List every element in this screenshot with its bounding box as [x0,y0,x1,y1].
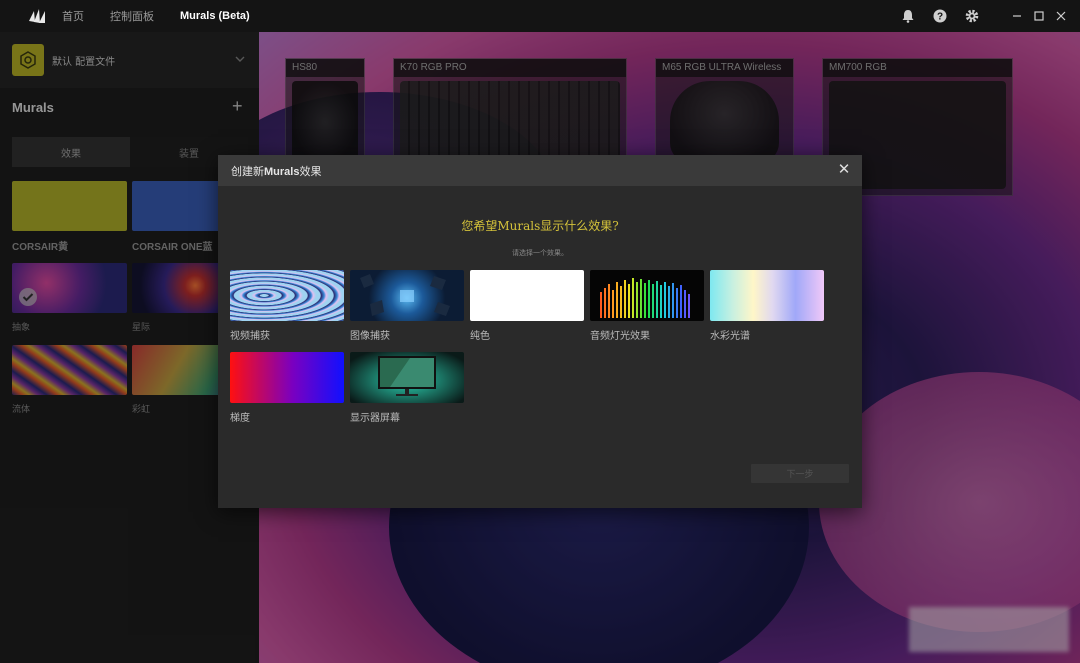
effect-label: 纯色 [470,331,490,342]
next-button[interactable]: 下一步 [751,464,849,483]
effect-solid-color[interactable]: 纯色 [470,270,584,342]
bell-icon[interactable] [892,0,924,32]
dialog-title: 创建新Murals效果 [231,164,322,178]
effect-thumbnail [590,270,704,321]
effect-monitor-screen[interactable]: 显示器屏幕 [350,352,464,424]
effect-thumbnail [230,352,344,403]
effect-image-capture[interactable]: 图像捕获 [350,270,464,342]
dialog-subtitle: 请选择一个效果。 [512,249,568,257]
dialog-question: 您希望Murals显示什么效果? [461,219,619,233]
corsair-sails-icon[interactable] [26,5,48,27]
nav-home[interactable]: 首页 [62,8,84,24]
effect-audio-visualizer[interactable]: 音频灯光效果 [590,270,704,342]
svg-text:?: ? [937,12,943,23]
effect-thumbnail [710,270,824,321]
help-icon[interactable]: ? [924,0,956,32]
dialog-header: 创建新Murals效果 [218,155,862,186]
effect-label: 梯度 [230,413,250,424]
effect-watercolor-spectrum[interactable]: 水彩光谱 [710,270,824,342]
dialog-close-icon[interactable]: ✕ [836,162,852,178]
effect-label: 水彩光谱 [710,331,750,342]
maximize-icon[interactable] [1028,0,1050,32]
create-mural-dialog: 创建新Murals效果 ✕ 您希望Murals显示什么效果? 请选择一个效果。 … [218,155,862,508]
minimize-icon[interactable] [1006,0,1028,32]
gear-icon[interactable] [956,0,988,32]
effect-gradient[interactable]: 梯度 [230,352,344,424]
effect-label: 音频灯光效果 [590,331,650,342]
nav-dashboard[interactable]: 控制面板 [110,8,154,24]
nav-murals[interactable]: Murals (Beta) [180,10,250,22]
effect-video-capture[interactable]: 视频捕获 [230,270,344,342]
effect-thumbnail [350,352,464,403]
close-icon[interactable] [1050,0,1072,32]
effect-label: 视频捕获 [230,331,270,342]
effect-thumbnail [470,270,584,321]
title-bar: 首页 控制面板 Murals (Beta) ? [0,0,1080,32]
effect-thumbnail [350,270,464,321]
effect-label: 图像捕获 [350,331,390,342]
effect-label: 显示器屏幕 [350,413,400,424]
effect-thumbnail [230,270,344,321]
